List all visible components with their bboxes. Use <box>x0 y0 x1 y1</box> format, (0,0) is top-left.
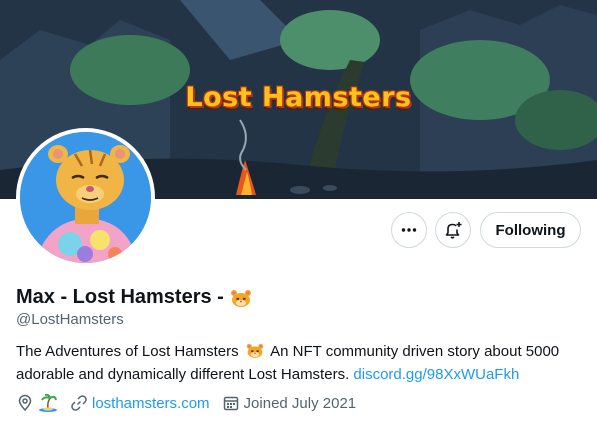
website-item: losthamsters.com <box>70 394 210 412</box>
following-button[interactable]: Following <box>480 212 581 248</box>
profile-meta: losthamsters.com Joined July 2021 <box>16 394 368 412</box>
more-button[interactable] <box>391 212 427 248</box>
hamster-emoji-icon <box>246 342 264 365</box>
bio-discord-link[interactable]: discord.gg/98XxWUaFkh <box>353 366 519 383</box>
following-button-label: Following <box>495 221 566 239</box>
calendar-icon <box>222 394 240 412</box>
joined-item: Joined July 2021 <box>222 394 357 412</box>
hamster-avatar-illustration <box>20 132 151 263</box>
bio-text-intro: The Adventures of Lost Hamsters <box>16 343 239 360</box>
bell-plus-icon <box>443 220 463 240</box>
display-name: Max - Lost Hamsters - <box>16 286 224 308</box>
island-emoji-icon <box>38 394 58 412</box>
notify-button[interactable] <box>435 212 471 248</box>
profile-bio: The Adventures of Lost Hamsters An NFT c… <box>16 342 586 385</box>
avatar[interactable] <box>16 128 155 267</box>
joined-date: Joined July 2021 <box>243 394 357 412</box>
location-item <box>16 394 58 412</box>
website-link[interactable]: losthamsters.com <box>92 395 210 412</box>
profile-handle: @LostHamsters <box>16 311 124 328</box>
link-icon <box>70 394 88 412</box>
more-horizontal-icon <box>400 221 418 239</box>
hamster-emoji-icon <box>230 288 252 308</box>
display-name-row: Max - Lost Hamsters - <box>16 286 252 309</box>
banner-title: Lost Hamsters <box>185 82 412 113</box>
location-pin-icon <box>16 394 34 412</box>
